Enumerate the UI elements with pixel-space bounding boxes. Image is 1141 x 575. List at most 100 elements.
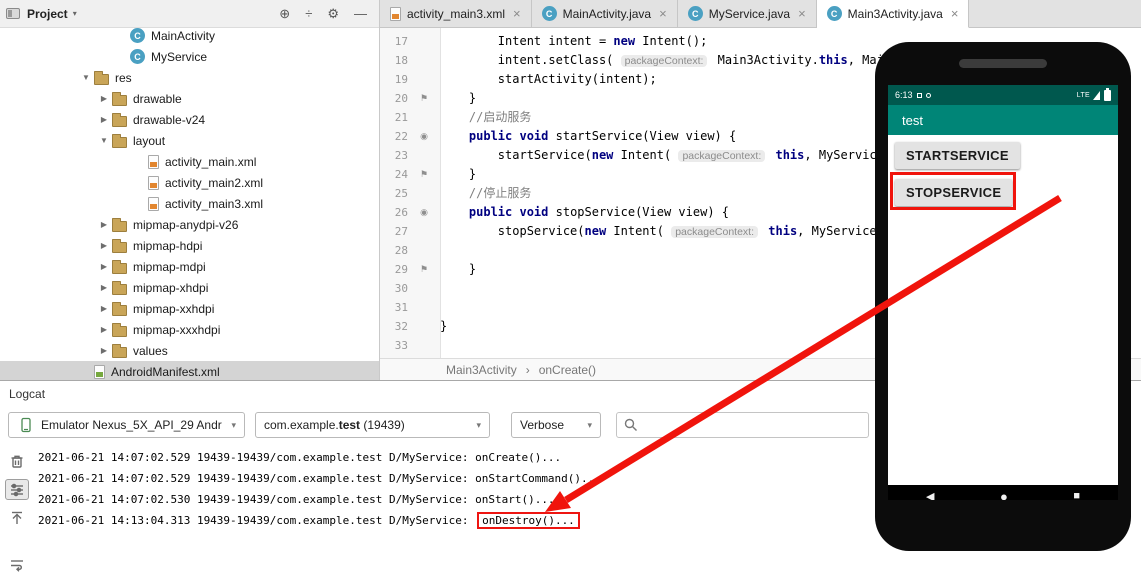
project-panel-header: Project ▾ ⊕ ÷ ⚙ — bbox=[0, 0, 379, 28]
logcat-search-input[interactable] bbox=[644, 418, 862, 432]
tab-Main3Activity.java[interactable]: C Main3Activity.java × bbox=[816, 0, 970, 28]
method-ref-icon[interactable]: ◉ bbox=[408, 203, 440, 222]
locate-file-icon[interactable]: ⊕ bbox=[279, 6, 290, 22]
project-panel: Project ▾ ⊕ ÷ ⚙ — C MainActivity C MyServic… bbox=[0, 0, 380, 382]
network-type-label: LTE bbox=[1076, 91, 1090, 99]
line-number: 25 bbox=[394, 187, 408, 200]
signal-icon bbox=[1093, 90, 1100, 100]
tree-item-mipmap-anydpi-v26[interactable]: ▶ mipmap-anydpi-v26 bbox=[0, 214, 379, 235]
chevron-right-icon[interactable]: ▶ bbox=[96, 94, 112, 103]
code-segment: this bbox=[775, 147, 805, 162]
tab-MainActivity.java[interactable]: C MainActivity.java × bbox=[531, 0, 678, 27]
tab-close-icon[interactable]: × bbox=[798, 6, 806, 21]
tree-item-activity_main2.xml[interactable]: activity_main2.xml bbox=[0, 172, 379, 193]
code-segment: packageContext: bbox=[620, 54, 708, 67]
chevron-right-icon[interactable]: ▶ bbox=[96, 115, 112, 124]
tree-item-mipmap-xxhdpi[interactable]: ▶ mipmap-xxhdpi bbox=[0, 298, 379, 319]
tab-close-icon[interactable]: × bbox=[951, 6, 959, 21]
code-segment: stopService(View view) { bbox=[548, 205, 730, 219]
line-number: 17 bbox=[394, 35, 408, 48]
tree-item-activity_main.xml[interactable]: activity_main.xml bbox=[0, 151, 379, 172]
tab-activity_main3.xml[interactable]: activity_main3.xml × bbox=[380, 0, 532, 27]
folder-icon bbox=[112, 133, 127, 148]
xml-file-icon bbox=[148, 175, 159, 190]
nav-home-icon[interactable]: ● bbox=[1000, 489, 1008, 501]
code-text: //停止服务 bbox=[440, 184, 531, 203]
app-process-selector[interactable]: com.example.test (19439) ▾ bbox=[255, 412, 490, 438]
tree-item-drawable-v24[interactable]: ▶ drawable-v24 bbox=[0, 109, 379, 130]
breadcrumb-item-method[interactable]: onCreate() bbox=[539, 363, 596, 377]
tab-MyService.java[interactable]: C MyService.java × bbox=[677, 0, 817, 27]
gear-icon[interactable]: ⚙ bbox=[327, 6, 339, 22]
tab-close-icon[interactable]: × bbox=[659, 6, 667, 21]
tree-item-label: drawable-v24 bbox=[133, 112, 206, 127]
tree-item-mipmap-mdpi[interactable]: ▶ mipmap-mdpi bbox=[0, 256, 379, 277]
soft-wrap-button[interactable] bbox=[5, 555, 29, 575]
line-number: 33 bbox=[394, 339, 408, 352]
chevron-right-icon[interactable]: ▶ bbox=[96, 241, 112, 250]
tree-item-layout[interactable]: ▼ layout bbox=[0, 130, 379, 151]
chevron-down-icon[interactable]: ▾ bbox=[73, 9, 77, 18]
tree-item-MainActivity[interactable]: C MainActivity bbox=[0, 25, 379, 46]
tree-item-drawable[interactable]: ▶ drawable bbox=[0, 88, 379, 109]
logcat-panel-title[interactable]: Logcat bbox=[9, 387, 45, 401]
startservice-button[interactable]: STARTSERVICE bbox=[895, 142, 1020, 169]
logcat-settings-button[interactable] bbox=[5, 479, 29, 501]
code-segment: Intent( bbox=[606, 223, 672, 238]
device-selector[interactable]: Emulator Nexus_5X_API_29 Andr ▾ bbox=[8, 412, 245, 438]
tree-item-label: mipmap-xhdpi bbox=[133, 280, 209, 295]
code-segment: Main3Activity. bbox=[710, 52, 819, 67]
code-text: startService(new Intent( packageContext:… bbox=[440, 146, 949, 166]
xml-file-icon bbox=[148, 154, 159, 169]
nav-back-icon[interactable]: ◀ bbox=[926, 490, 934, 501]
logcat-toolbar: Emulator Nexus_5X_API_29 Andr ▾ com.exam… bbox=[0, 411, 869, 439]
tree-item-res[interactable]: ▼ res bbox=[0, 67, 379, 88]
log-level-selector[interactable]: Verbose ▾ bbox=[511, 412, 601, 438]
clear-logcat-button[interactable] bbox=[5, 451, 29, 471]
breadcrumb-separator: › bbox=[525, 362, 530, 377]
tree-item-mipmap-xhdpi[interactable]: ▶ mipmap-xhdpi bbox=[0, 277, 379, 298]
chevron-right-icon[interactable]: ▶ bbox=[96, 283, 112, 292]
line-number: 27 bbox=[394, 225, 408, 238]
chevron-right-icon[interactable]: ▶ bbox=[96, 262, 112, 271]
folder-icon bbox=[112, 91, 127, 106]
bookmark-icon[interactable]: ⚑ bbox=[408, 165, 440, 184]
tree-item-mipmap-xxxhdpi[interactable]: ▶ mipmap-xxxhdpi bbox=[0, 319, 379, 340]
bookmark-icon[interactable]: ⚑ bbox=[408, 260, 440, 279]
device-icon bbox=[21, 417, 31, 433]
chevron-right-icon[interactable]: ▶ bbox=[96, 304, 112, 313]
tree-item-activity_main3.xml[interactable]: activity_main3.xml bbox=[0, 193, 379, 214]
method-ref-icon[interactable]: ◉ bbox=[408, 127, 440, 146]
breadcrumb-item-class[interactable]: Main3Activity bbox=[446, 363, 517, 377]
bookmark-icon[interactable]: ⚑ bbox=[408, 89, 440, 108]
nav-recents-icon[interactable]: ■ bbox=[1073, 490, 1080, 500]
tree-item-label: activity_main3.xml bbox=[165, 196, 264, 211]
tab-close-icon[interactable]: × bbox=[513, 6, 521, 21]
logcat-search[interactable] bbox=[616, 412, 869, 438]
code-segment: } bbox=[440, 167, 477, 181]
chevron-right-icon[interactable]: ▶ bbox=[96, 325, 112, 334]
code-text: Intent intent = new Intent(); bbox=[440, 32, 708, 51]
tree-item-AndroidManifest.xml[interactable]: AndroidManifest.xml bbox=[0, 361, 379, 382]
class-icon: C bbox=[687, 6, 703, 21]
tree-item-mipmap-hdpi[interactable]: ▶ mipmap-hdpi bbox=[0, 235, 379, 256]
tree-item-values[interactable]: ▶ values bbox=[0, 340, 379, 361]
class-icon: C bbox=[130, 49, 145, 64]
chevron-down-icon[interactable]: ▼ bbox=[96, 136, 112, 145]
code-segment: packageContext: bbox=[678, 149, 766, 162]
project-panel-title[interactable]: Project bbox=[27, 7, 68, 21]
chevron-down-icon[interactable]: ▼ bbox=[78, 73, 94, 82]
chevron-right-icon[interactable]: ▶ bbox=[96, 220, 112, 229]
annotation-box-ondestroy: onDestroy()... bbox=[477, 512, 580, 529]
code-text: startActivity(intent); bbox=[440, 70, 657, 89]
tree-item-MyService[interactable]: C MyService bbox=[0, 46, 379, 67]
scroll-to-top-button[interactable] bbox=[5, 508, 29, 528]
code-segment: } bbox=[440, 262, 477, 276]
code-segment: startActivity(intent); bbox=[440, 72, 657, 86]
collapse-all-icon[interactable]: ÷ bbox=[305, 6, 312, 21]
hide-panel-icon[interactable]: — bbox=[354, 6, 367, 21]
app-process-value: com.example.test (19439) bbox=[264, 418, 405, 432]
chevron-right-icon[interactable]: ▶ bbox=[96, 346, 112, 355]
tree-item-label: MyService bbox=[151, 49, 208, 64]
